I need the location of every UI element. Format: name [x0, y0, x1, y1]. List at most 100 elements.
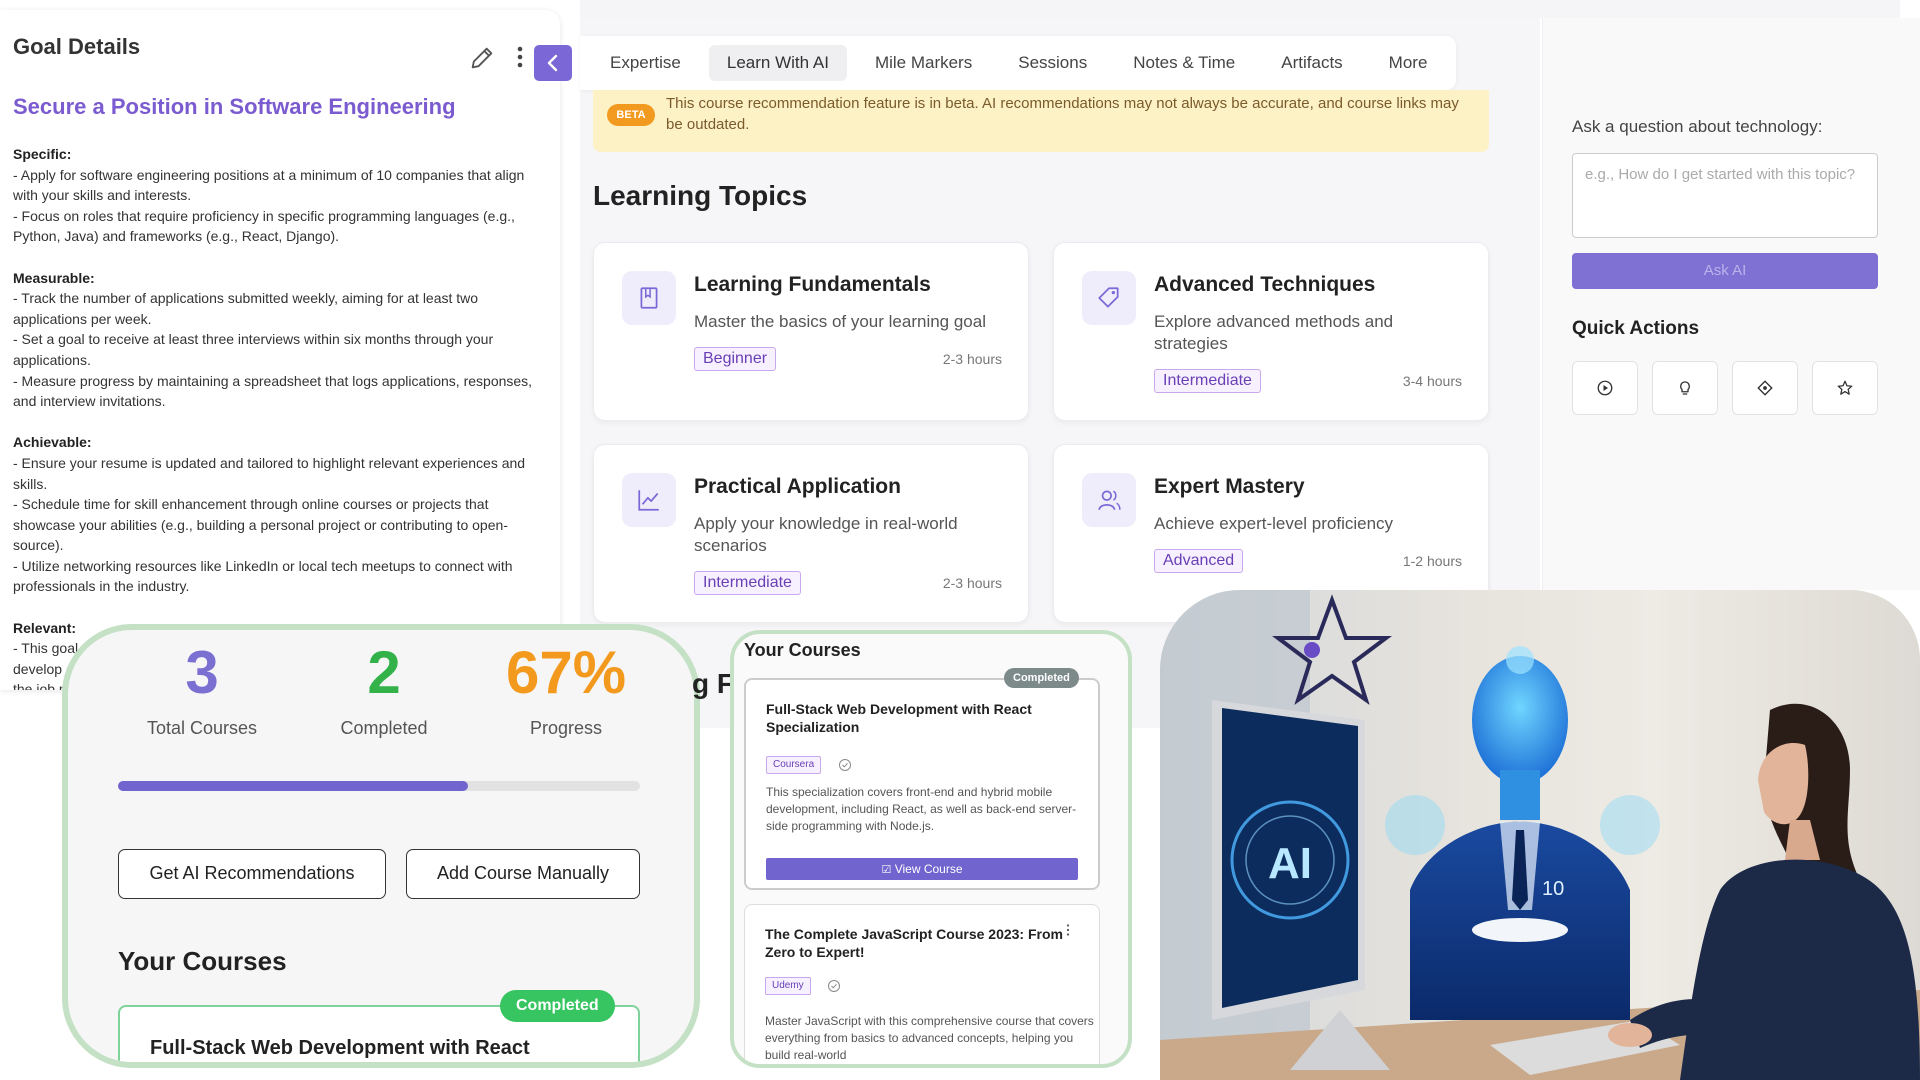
topic-name: Advanced Techniques [1154, 273, 1376, 296]
level-badge: Beginner [694, 347, 777, 371]
illustration-art: AI 10 [1160, 590, 1920, 1080]
section-line: - Measure progress by maintaining a spre… [13, 372, 533, 410]
course-name: The Complete JavaScript Course 2023: Fro… [765, 926, 1063, 960]
course-description: Master JavaScript with this comprehensiv… [765, 1014, 1094, 1062]
topic-icon-box [622, 271, 676, 325]
course-card[interactable]: Full-Stack Web Development with React Sp… [744, 678, 1100, 890]
course-name: Full-Stack Web Development with React Sp… [766, 701, 1032, 735]
pencil-icon[interactable] [468, 44, 496, 72]
smart-section-achievable: Achievable: - Ensure your resume is upda… [13, 432, 543, 597]
progress-fill [118, 781, 468, 791]
lightbulb-icon [1680, 381, 1690, 395]
ai-assistant-illustration: AI 10 [1160, 590, 1920, 1080]
tag-icon [1098, 287, 1119, 308]
tab-artifacts[interactable]: Artifacts [1263, 45, 1360, 81]
progress-label: Progress [529, 718, 603, 738]
total-courses-label: Total Courses [146, 718, 258, 738]
tab-learn-with-ai[interactable]: Learn With AI [708, 45, 847, 81]
ask-ai-sidebar [1542, 18, 1920, 590]
tab-notes-time[interactable]: Notes & Time [1115, 45, 1253, 81]
topic-card-fundamentals[interactable]: Learning Fundamentals Master the basics … [593, 242, 1029, 421]
beta-notice-text: This course recommendation feature is in… [666, 95, 1459, 133]
course-card[interactable]: The Complete JavaScript Course 2023: Fro… [744, 904, 1100, 1064]
top-strip [580, 0, 1900, 18]
users-icon [1098, 490, 1121, 510]
duration-text: 1-2 hours [1402, 553, 1462, 569]
tab-expertise[interactable]: Expertise [592, 45, 699, 81]
tab-mile-markers[interactable]: Mile Markers [857, 45, 990, 81]
topic-description: Apply your knowledge in real-world scena… [694, 514, 958, 555]
more-vertical-icon[interactable] [510, 44, 530, 72]
duration-text: 2-3 hours [942, 575, 1002, 591]
your-courses-title: Your Courses [744, 640, 861, 660]
ask-ai-button[interactable]: Ask AI [1572, 253, 1878, 289]
section-line: - Ensure your resume is updated and tail… [13, 454, 526, 492]
partial-heading-text: g F [692, 668, 734, 699]
completed-badge: Completed [500, 990, 615, 1022]
section-heading: Specific: [13, 146, 72, 162]
section-heading: Achievable: [13, 434, 92, 451]
section-line: - Focus on roles that require proficienc… [13, 207, 515, 245]
course-stats-panel: 3 Total Courses 2 Completed 67% Progress… [62, 624, 700, 1068]
get-ai-recommendations-button[interactable]: Get AI Recommendations [118, 849, 386, 899]
star-icon [1837, 380, 1853, 395]
more-vertical-icon[interactable] [1061, 923, 1075, 937]
topic-icon-box [1082, 271, 1136, 325]
smart-section-measurable: Measurable: - Track the number of applic… [13, 268, 543, 412]
quick-action-idea-button[interactable] [1652, 361, 1718, 415]
quick-action-star-button[interactable] [1812, 361, 1878, 415]
tab-sessions[interactable]: Sessions [1000, 45, 1105, 81]
suit-number-text: 10 [1542, 878, 1564, 900]
check-circle-icon [839, 759, 851, 771]
book-icon [640, 287, 658, 309]
section-line: - Utilize networking resources like Link… [13, 557, 513, 595]
tab-more[interactable]: More [1371, 45, 1446, 81]
topic-icon-box [1082, 473, 1136, 527]
your-courses-panel: Your Courses Full-Stack Web Development … [730, 630, 1132, 1068]
section-line: - Schedule time for skill enhancement th… [13, 496, 508, 554]
course-description: This specialization covers front-end and… [766, 785, 1077, 833]
level-badge: Advanced [1154, 549, 1244, 573]
topic-name: Expert Mastery [1154, 475, 1305, 498]
level-badge: Intermediate [694, 571, 801, 595]
smart-section-specific: Specific: - Apply for software engineeri… [13, 144, 543, 247]
quick-actions-title: Quick Actions [1572, 318, 1700, 339]
chevron-left-icon [547, 54, 558, 72]
platform-badge: Udemy [765, 977, 811, 995]
learning-topics-title: Learning Topics [593, 180, 808, 211]
add-course-manually-button[interactable]: Add Course Manually [406, 849, 640, 899]
level-badge: Intermediate [1154, 369, 1261, 393]
goal-title: Secure a Position in Software Engineerin… [13, 94, 456, 119]
progress-percent: 67% [505, 639, 627, 706]
screen-ai-text: AI [1268, 839, 1312, 888]
topic-name: Learning Fundamentals [694, 273, 931, 296]
ask-question-label: Ask a question about technology: [1572, 117, 1823, 136]
duration-text: 2-3 hours [942, 351, 1002, 367]
goal-details-panel: Goal Details Secure a Position in Softwa… [0, 10, 560, 690]
topic-description: Master the basics of your learning goal [694, 312, 986, 331]
completed-count: 2 [367, 639, 401, 706]
quick-action-target-button[interactable] [1732, 361, 1798, 415]
tab-bar: Expertise Learn With AI Mile Markers Ses… [580, 36, 1456, 90]
topic-icon-box [622, 473, 676, 527]
topic-card-practical[interactable]: Practical Application Apply your knowled… [593, 444, 1029, 623]
quick-action-play-button[interactable] [1572, 361, 1638, 415]
section-line: - Track the number of applications submi… [13, 290, 479, 327]
view-course-button[interactable]: ☑ View Course [766, 858, 1078, 880]
completed-label: Completed [340, 718, 428, 738]
panel-title: Goal Details [13, 34, 141, 59]
chart-line-icon [638, 490, 659, 511]
platform-badge: Coursera [766, 756, 822, 774]
course-title: Full-Stack Web Development with React [150, 1037, 530, 1059]
topic-description: Explore advanced methods and strategies [1154, 312, 1394, 353]
section-line: - Apply for software engineering positio… [13, 166, 525, 204]
question-textarea[interactable]: e.g., How do I get started with this top… [1572, 153, 1878, 238]
your-courses-heading: Your Courses [118, 946, 287, 976]
target-icon [1757, 380, 1773, 396]
play-circle-icon [1597, 380, 1613, 396]
topic-card-advanced[interactable]: Advanced Techniques Explore advanced met… [1053, 242, 1489, 421]
topic-description: Achieve expert-level proficiency [1154, 514, 1394, 533]
completed-badge: Completed [1004, 668, 1079, 688]
total-courses-count: 3 [185, 639, 219, 706]
collapse-panel-button[interactable] [534, 45, 572, 81]
